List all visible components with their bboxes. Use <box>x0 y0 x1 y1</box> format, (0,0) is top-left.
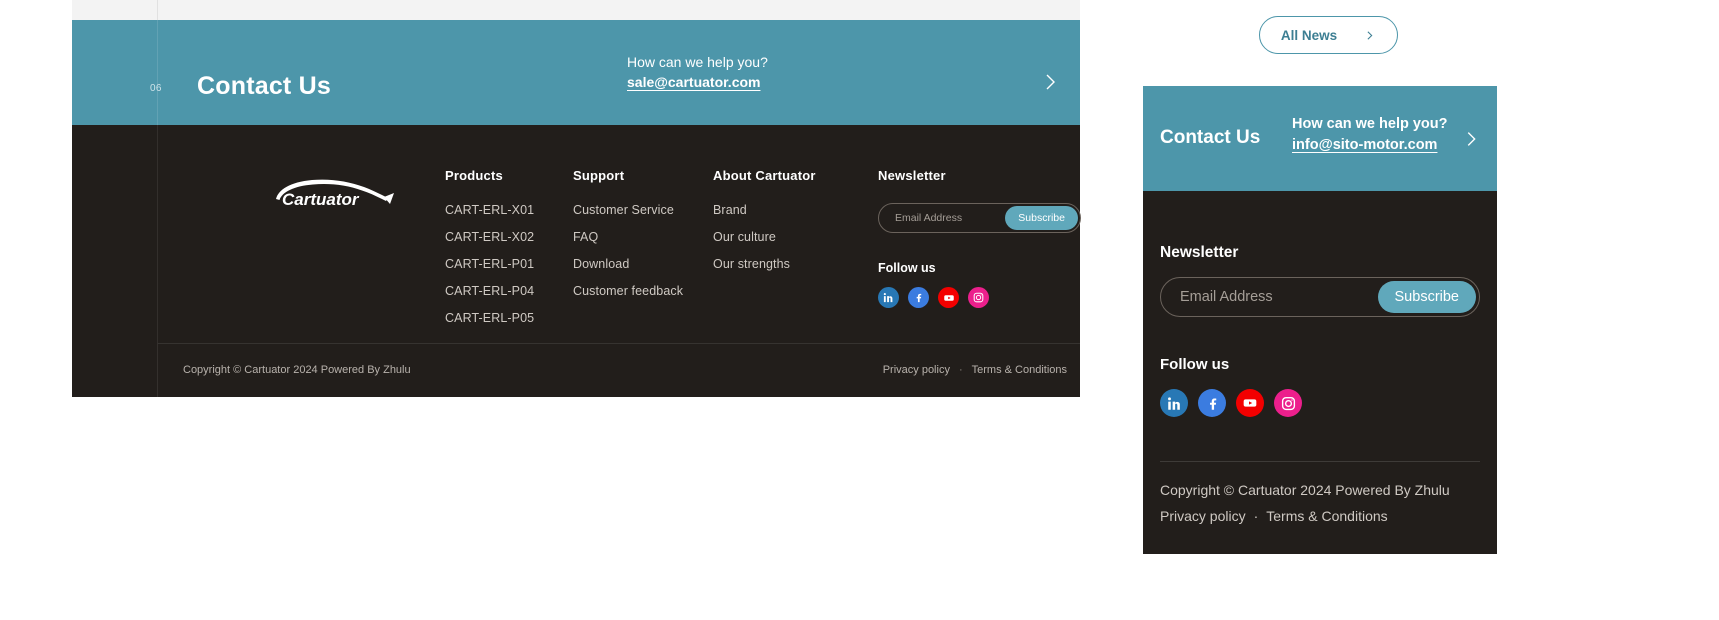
instagram-icon[interactable] <box>968 287 989 308</box>
mobile-footer-panel: Contact Us How can we help you? info@sit… <box>1143 86 1497 554</box>
terms-conditions-link[interactable]: Terms & Conditions <box>972 364 1067 376</box>
subscribe-button[interactable]: Subscribe <box>1005 206 1078 230</box>
mobile-divider <box>1160 461 1480 462</box>
svg-text:Cartuator: Cartuator <box>282 190 360 207</box>
pre-band-strip <box>72 0 1080 20</box>
mobile-social-links <box>1160 389 1302 417</box>
contact-email-link[interactable]: sale@cartuator.com <box>627 74 761 90</box>
mobile-contact-email-link[interactable]: info@sito-motor.com <box>1292 137 1437 153</box>
contact-help-text: How can we help you? <box>627 54 768 70</box>
facebook-icon[interactable] <box>908 287 929 308</box>
youtube-icon[interactable] <box>1236 389 1264 417</box>
mobile-copyright-text: Copyright © Cartuator 2024 Powered By Zh… <box>1160 482 1450 498</box>
copyright-text: Copyright © Cartuator 2024 Powered By Zh… <box>183 364 411 376</box>
footer-link[interactable]: CART-ERL-P05 <box>445 311 534 325</box>
contact-section-number: 06 <box>150 83 162 94</box>
footer-column-newsletter: Newsletter Subscribe Follow us <box>878 168 1081 308</box>
chevron-right-icon[interactable] <box>1460 128 1482 150</box>
footer-link[interactable]: Our strengths <box>713 257 816 271</box>
all-news-button[interactable]: All News <box>1259 16 1398 54</box>
linkedin-icon[interactable] <box>878 287 899 308</box>
mobile-contact-title: Contact Us <box>1160 127 1261 148</box>
cartuator-car-logo[interactable]: Cartuator <box>268 173 398 207</box>
footer-link[interactable]: CART-ERL-P01 <box>445 257 534 271</box>
newsletter-heading: Newsletter <box>878 168 946 183</box>
footer-bottom-bar: Copyright © Cartuator 2024 Powered By Zh… <box>157 343 1080 397</box>
grid-rule <box>157 20 158 125</box>
footer-link[interactable]: CART-ERL-X02 <box>445 230 534 244</box>
mobile-follow-us-heading: Follow us <box>1160 356 1230 373</box>
facebook-icon[interactable] <box>1198 389 1226 417</box>
footer-link[interactable]: Customer feedback <box>573 284 683 298</box>
newsletter-form[interactable]: Subscribe <box>878 203 1081 233</box>
terms-conditions-link[interactable]: Terms & Conditions <box>1266 508 1387 524</box>
footer-column-about: About Cartuator Brand Our culture Our st… <box>713 168 816 284</box>
contact-banner[interactable]: 06 Contact Us How can we help you? sale@… <box>72 20 1080 125</box>
footer-link[interactable]: Brand <box>713 203 816 217</box>
youtube-icon[interactable] <box>938 287 959 308</box>
chevron-right-icon[interactable] <box>1038 70 1062 94</box>
privacy-policy-link[interactable]: Privacy policy <box>1160 508 1246 524</box>
column-heading: About Cartuator <box>713 168 816 183</box>
column-heading: Products <box>445 168 503 183</box>
chevron-right-icon <box>1363 29 1376 42</box>
legal-separator: · <box>958 364 963 376</box>
footer-link[interactable]: FAQ <box>573 230 683 244</box>
footer-link[interactable]: Our culture <box>713 230 816 244</box>
all-news-label: All News <box>1280 27 1338 43</box>
grid-rule-light <box>157 0 158 20</box>
desktop-footer: 06 Contact Us How can we help you? sale@… <box>72 0 1081 397</box>
mobile-email-input[interactable] <box>1161 289 1361 305</box>
footer-columns-area: Cartuator Products CART-ERL-X01 CART-ERL… <box>157 125 1081 343</box>
footer-link[interactable]: CART-ERL-X01 <box>445 203 534 217</box>
mobile-legal-links: Privacy policy · Terms & Conditions <box>1160 508 1388 524</box>
mobile-contact-banner[interactable]: Contact Us How can we help you? info@sit… <box>1143 86 1497 191</box>
mobile-subscribe-button[interactable]: Subscribe <box>1377 281 1476 313</box>
linkedin-icon[interactable] <box>1160 389 1188 417</box>
footer-link[interactable]: CART-ERL-P04 <box>445 284 534 298</box>
mobile-newsletter-form[interactable]: Subscribe <box>1160 277 1480 317</box>
email-input[interactable] <box>879 212 1009 224</box>
column-heading: Support <box>573 168 625 183</box>
contact-title: Contact Us <box>197 72 331 100</box>
privacy-policy-link[interactable]: Privacy policy <box>883 364 950 376</box>
social-links <box>878 287 1081 308</box>
footer-body: Cartuator Products CART-ERL-X01 CART-ERL… <box>72 125 1081 397</box>
footer-column-support: Support Customer Service FAQ Download Cu… <box>573 168 683 311</box>
mobile-newsletter-heading: Newsletter <box>1160 244 1239 261</box>
footer-link[interactable]: Customer Service <box>573 203 683 217</box>
page-root: 06 Contact Us How can we help you? sale@… <box>0 0 1719 620</box>
legal-links: Privacy policy · Terms & Conditions <box>883 364 1067 376</box>
legal-separator: · <box>1253 508 1259 524</box>
instagram-icon[interactable] <box>1274 389 1302 417</box>
footer-column-products: Products CART-ERL-X01 CART-ERL-X02 CART-… <box>445 168 534 338</box>
follow-us-heading: Follow us <box>878 261 936 275</box>
footer-link[interactable]: Download <box>573 257 683 271</box>
mobile-contact-help-text: How can we help you? <box>1292 116 1448 132</box>
